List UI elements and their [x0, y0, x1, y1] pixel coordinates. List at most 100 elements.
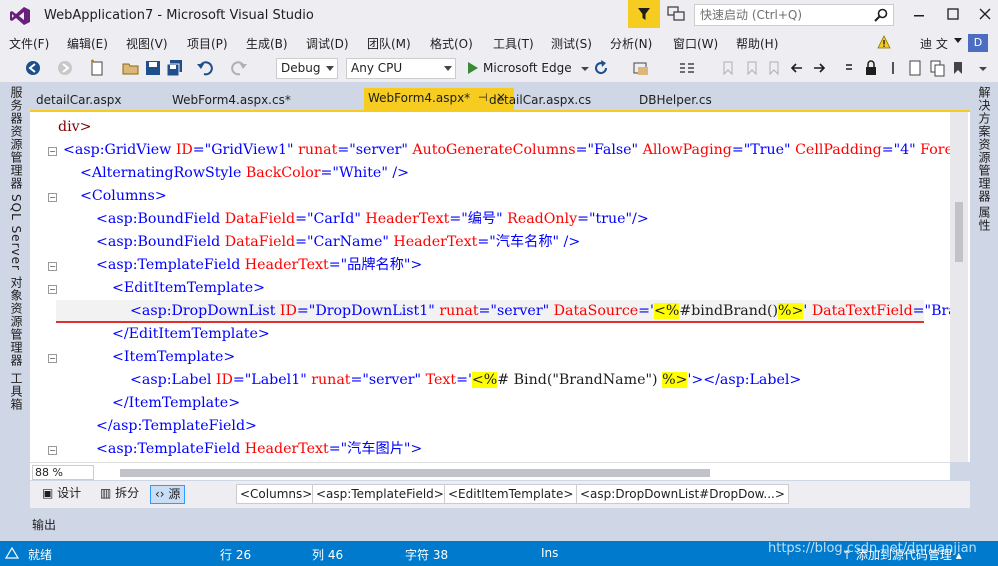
start-browser-label[interactable]: Microsoft Edge — [483, 61, 572, 75]
platform-value: Any CPU — [351, 61, 403, 75]
redo-icon[interactable] — [230, 59, 248, 77]
properties-tab[interactable]: 属性 — [976, 206, 993, 232]
code-line: </asp:TemplateField> — [96, 418, 257, 434]
menu-test[interactable]: 测试(S) — [551, 35, 592, 52]
breadcrumb-columns[interactable]: <Columns> — [236, 484, 317, 504]
format-document-icon[interactable] — [678, 59, 696, 77]
split-view-button[interactable]: ▥ 拆分 — [96, 485, 143, 504]
configuration-value: Debug — [281, 61, 321, 75]
lock-icon[interactable] — [862, 59, 880, 77]
menu-help[interactable]: 帮助(H) — [736, 35, 778, 52]
sql-server-object-explorer-tab[interactable]: SQL Server 对象资源管理器 — [8, 194, 25, 367]
horizontal-scrollbar[interactable]: 88 % — [30, 462, 950, 480]
source-view-button[interactable]: ‹› 源 — [150, 485, 186, 504]
view-switch-bar: ▣ 设计 ▥ 拆分 ‹› 源 <Columns> <asp:TemplateFi… — [30, 481, 970, 508]
arrow-right-icon[interactable] — [810, 59, 828, 77]
tab-dbhelper-cs[interactable]: DBHelper.cs — [639, 90, 712, 110]
chevron-down-icon — [326, 66, 334, 71]
avatar[interactable]: D — [968, 34, 988, 52]
solution-explorer-tab[interactable]: 解决方案资源管理器 — [976, 86, 993, 203]
bookmark-prev-icon[interactable] — [720, 59, 738, 77]
status-ready: 就绪 — [28, 548, 53, 562]
toolbox-tab[interactable]: 工具箱 — [8, 372, 25, 411]
arrow-left-icon[interactable] — [788, 59, 806, 77]
scrollbar-thumb[interactable] — [120, 469, 710, 477]
bookmark-icon[interactable] — [950, 59, 968, 77]
navigate-back-icon[interactable] — [24, 59, 42, 77]
browser-link-icon[interactable] — [632, 59, 650, 77]
code-editor[interactable]: − − − − − − div> <asp:GridView ID="GridV… — [30, 110, 970, 462]
new-project-icon[interactable] — [88, 59, 106, 77]
output-tab[interactable]: 输出 — [32, 516, 56, 533]
menu-build[interactable]: 生成(B) — [246, 35, 288, 52]
funnel-icon — [638, 8, 650, 20]
menu-window[interactable]: 窗口(W) — [673, 35, 718, 52]
title-bar: WebApplication7 - Microsoft Visual Studi… — [0, 0, 998, 32]
status-char: 字符 38 — [405, 548, 449, 562]
code-line-current: <asp:DropDownList ID="DropDownList1" run… — [130, 303, 950, 319]
start-debugging-icon[interactable] — [464, 59, 482, 77]
warning-icon[interactable] — [877, 35, 891, 49]
scrollbar-thumb[interactable] — [955, 202, 963, 262]
source-label: 源 — [168, 487, 181, 501]
breadcrumb-edititemtemplate[interactable]: <EditItemTemplate> — [444, 484, 578, 504]
menu-view[interactable]: 视图(V) — [126, 35, 168, 52]
output-panel-strip: 输出 — [30, 512, 970, 536]
bookmark-next-icon[interactable] — [744, 59, 762, 77]
code-line: <ItemTemplate> — [112, 349, 236, 365]
server-explorer-tab[interactable]: 服务器资源管理器 — [8, 86, 25, 190]
menu-team[interactable]: 团队(M) — [367, 35, 411, 52]
quick-launch-placeholder: 快速启动 (Ctrl+Q) — [700, 8, 803, 22]
more-icon[interactable] — [884, 59, 902, 77]
menu-bar: 文件(F) 编辑(E) 视图(V) 项目(P) 生成(B) 调试(D) 团队(M… — [0, 32, 998, 54]
toolbar-overflow-icon[interactable] — [974, 59, 992, 77]
pin-icon[interactable]: ⊣ — [478, 91, 488, 104]
navigate-forward-icon[interactable] — [56, 59, 74, 77]
quick-launch-input[interactable]: 快速启动 (Ctrl+Q) — [694, 4, 894, 26]
open-file-icon[interactable] — [122, 59, 140, 77]
copy-icon[interactable] — [928, 59, 946, 77]
tab-detailcar-aspx[interactable]: detailCar.aspx — [36, 90, 121, 110]
watermark: https://blog.csdn.net/dnruanjian — [768, 541, 977, 556]
breadcrumb-templatefield[interactable]: <asp:TemplateField> — [312, 484, 448, 504]
document-tab-strip: detailCar.aspx WebForm4.aspx.cs* WebForm… — [30, 88, 970, 110]
save-icon[interactable] — [144, 59, 162, 77]
solution-configuration-select[interactable]: Debug — [276, 58, 338, 79]
search-icon — [874, 8, 888, 22]
menu-edit[interactable]: 编辑(E) — [67, 35, 108, 52]
status-column: 列 46 — [312, 548, 344, 562]
tab-detailcar-aspx-cs[interactable]: detailCar.aspx.cs — [489, 90, 591, 110]
menu-project[interactable]: 项目(P) — [187, 35, 228, 52]
design-label: 设计 — [57, 486, 82, 500]
comment-icon[interactable] — [840, 59, 858, 77]
document-icon[interactable] — [906, 59, 924, 77]
vertical-scrollbar[interactable] — [950, 112, 968, 462]
menu-analyze[interactable]: 分析(N) — [610, 35, 652, 52]
window-title: WebApplication7 - Microsoft Visual Studi… — [44, 8, 314, 23]
menu-tools[interactable]: 工具(T) — [493, 35, 534, 52]
window-controls[interactable] — [910, 4, 998, 26]
refresh-icon[interactable] — [592, 59, 610, 77]
menu-debug[interactable]: 调试(D) — [306, 35, 349, 52]
notification-filter-button[interactable] — [628, 0, 660, 28]
save-all-icon[interactable] — [166, 59, 184, 77]
tab-webform4-aspx-cs[interactable]: WebForm4.aspx.cs* — [172, 90, 291, 110]
breadcrumb-dropdownlist[interactable]: <asp:DropDownList#DropDow...> — [576, 484, 789, 504]
status-insert-mode: Ins — [541, 546, 559, 560]
design-view-button[interactable]: ▣ 设计 — [38, 485, 85, 504]
menu-format[interactable]: 格式(O) — [430, 35, 473, 52]
undo-icon[interactable] — [196, 59, 214, 77]
code-line: <Columns> — [80, 188, 167, 204]
menu-file[interactable]: 文件(F) — [9, 35, 49, 52]
code-line: <EditItemTemplate> — [112, 280, 265, 296]
feedback-icon[interactable] — [666, 5, 686, 23]
left-tool-window-strip: 服务器资源管理器 SQL Server 对象资源管理器 工具箱 — [0, 82, 30, 512]
solution-platform-select[interactable]: Any CPU — [346, 58, 456, 79]
status-line: 行 26 — [220, 548, 252, 562]
chevron-down-icon[interactable] — [954, 38, 962, 44]
zoom-value: 88 % — [35, 466, 63, 479]
zoom-select[interactable]: 88 % — [32, 465, 94, 480]
user-name[interactable]: 迪 文 — [920, 35, 948, 52]
code-text-area[interactable]: div> <asp:GridView ID="GridView1" runat=… — [56, 116, 950, 462]
bookmark-clear-icon[interactable] — [766, 59, 784, 77]
